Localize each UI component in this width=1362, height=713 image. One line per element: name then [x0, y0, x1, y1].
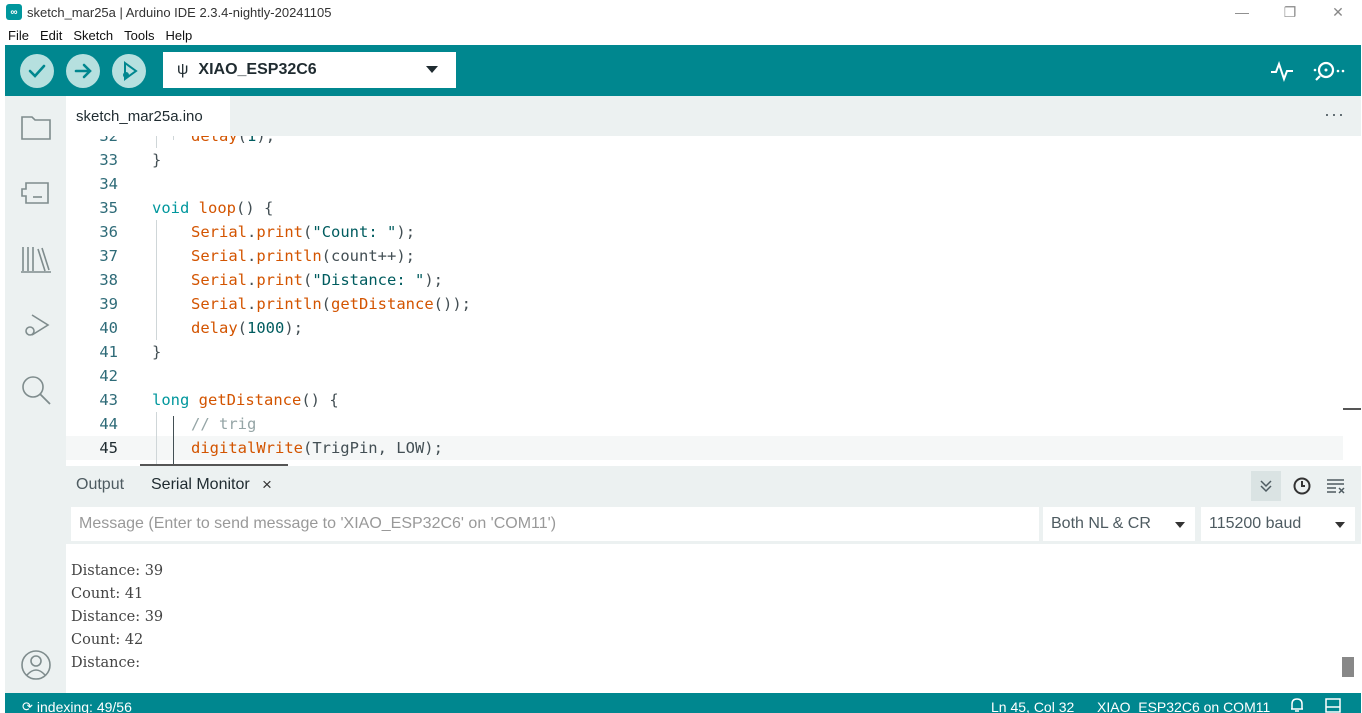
minimize-icon[interactable]: —: [1218, 0, 1266, 24]
debug-icon: [123, 61, 138, 81]
panel-tab-bar: Output Serial Monitor ×: [66, 466, 1361, 504]
check-icon: [28, 64, 46, 78]
serial-line: Count: 41: [71, 586, 144, 602]
serial-monitor-icon: [1313, 61, 1345, 81]
tab-serial-monitor[interactable]: Serial Monitor: [151, 476, 250, 494]
serial-line: Count: 42: [71, 632, 144, 648]
menu-help[interactable]: Help: [163, 28, 194, 43]
line-ending-value: Both NL & CR: [1051, 515, 1151, 532]
debug-icon[interactable]: [19, 308, 52, 341]
arrow-right-icon: [74, 63, 92, 79]
double-chevron-down-icon: [1260, 480, 1272, 493]
board-selector[interactable]: ψ XIAO_ESP32C6: [163, 52, 456, 88]
status-bar: ⟳ indexing: 49/56 Ln 45, Col 32 XIAO_ESP…: [5, 693, 1361, 713]
code-line: 34: [99, 175, 118, 193]
clear-icon: [1327, 479, 1345, 494]
serial-line: Distance:: [71, 655, 145, 671]
clock-icon: [1293, 477, 1311, 495]
chevron-down-icon: [426, 66, 438, 73]
board-manager-icon[interactable]: [19, 176, 52, 209]
folder-icon[interactable]: [19, 110, 52, 143]
baud-rate-select[interactable]: 115200 baud: [1201, 507, 1355, 541]
window-title: sketch_mar25a | Arduino IDE 2.3.4-nightl…: [27, 4, 332, 20]
arduino-infinity-icon: ∞: [6, 4, 22, 20]
account-icon[interactable]: [19, 648, 52, 681]
usb-icon: ψ: [177, 61, 189, 78]
library-icon[interactable]: [19, 242, 52, 275]
editor-tab-bar: sketch_mar25a.ino ···: [66, 96, 1361, 136]
serial-monitor-button[interactable]: [1310, 57, 1348, 85]
code-line: 39 Serial.println(getDistance());: [99, 295, 471, 313]
serial-message-input[interactable]: [71, 507, 1039, 541]
tab-output[interactable]: Output: [76, 476, 124, 494]
menu-sketch[interactable]: Sketch: [71, 28, 115, 43]
code-line: 36 Serial.print("Count: ");: [99, 223, 416, 241]
sync-icon: ⟳: [22, 699, 33, 713]
tab-sketch-file[interactable]: sketch_mar25a.ino: [66, 96, 230, 136]
chevron-down-icon: [1335, 522, 1345, 528]
code-line: 32 delay(1);: [99, 136, 276, 145]
menu-edit[interactable]: Edit: [38, 28, 64, 43]
close-icon[interactable]: ✕: [1314, 0, 1362, 24]
code-editor[interactable]: 32 delay(1); 33 } 34 35 void loop() { 36…: [66, 136, 1343, 464]
toolbar: ψ XIAO_ESP32C6: [5, 45, 1361, 96]
code-line-current: 45 digitalWrite(TrigPin, LOW);: [66, 436, 1343, 460]
code-line: 42: [99, 367, 118, 385]
scrollbar-marker: [1343, 408, 1361, 410]
board-port-status[interactable]: XIAO_ESP32C6 on COM11: [1097, 699, 1270, 713]
serial-scrollbar-thumb[interactable]: [1342, 657, 1354, 677]
indent-guide: [173, 416, 174, 464]
serial-input-row: Both NL & CR 115200 baud: [66, 504, 1361, 544]
verify-button[interactable]: [20, 54, 54, 88]
menu-file[interactable]: File: [6, 28, 31, 43]
menu-bar: File Edit Sketch Tools Help: [0, 24, 201, 46]
menu-tools[interactable]: Tools: [122, 28, 156, 43]
code-line: 38 Serial.print("Distance: ");: [99, 271, 444, 289]
chevron-down-icon: [1175, 522, 1185, 528]
close-icon[interactable]: ×: [262, 475, 272, 495]
serial-line: Distance: 39: [71, 609, 164, 625]
tab-label: sketch_mar25a.ino: [76, 107, 203, 125]
serial-plotter-icon: [1271, 61, 1293, 82]
more-icon[interactable]: ···: [1324, 104, 1345, 125]
activity-sidebar: [5, 96, 66, 693]
window-controls: — ❐ ✕: [1218, 0, 1362, 24]
indexing-status: ⟳ indexing: 49/56: [22, 699, 132, 713]
bell-icon[interactable]: [1290, 697, 1304, 713]
indent-guide: [156, 220, 157, 340]
code-line: 41 }: [99, 343, 162, 361]
panel-toggle-icon[interactable]: [1325, 697, 1341, 713]
serial-plotter-button[interactable]: [1268, 57, 1296, 85]
debug-button[interactable]: [112, 54, 146, 88]
code-line: 43 long getDistance() {: [99, 391, 339, 409]
restore-icon[interactable]: ❐: [1266, 0, 1314, 24]
title-bar: ∞ sketch_mar25a | Arduino IDE 2.3.4-nigh…: [0, 0, 1362, 24]
code-line: 40 delay(1000);: [99, 319, 304, 337]
serial-output[interactable]: Count: 40 Distance: 39 Count: 41 Distanc…: [66, 544, 1361, 693]
code-line: 33 }: [99, 151, 162, 169]
indent-guide: [156, 412, 157, 464]
indent-guide: [173, 136, 174, 140]
upload-button[interactable]: [66, 54, 100, 88]
cursor-position[interactable]: Ln 45, Col 32: [991, 699, 1074, 713]
clear-output-button[interactable]: [1321, 471, 1351, 501]
code-line: 35 void loop() {: [99, 199, 274, 217]
code-line: 44 // trig: [99, 415, 257, 433]
timestamp-button[interactable]: [1287, 471, 1317, 501]
board-name: XIAO_ESP32C6: [198, 61, 317, 78]
baud-rate-value: 115200 baud: [1209, 515, 1302, 532]
line-ending-select[interactable]: Both NL & CR: [1043, 507, 1195, 541]
serial-line: Count: 40: [71, 544, 143, 554]
code-line: 37 Serial.println(count++);: [99, 247, 415, 265]
indent-guide: [156, 136, 157, 148]
search-icon[interactable]: [19, 373, 52, 406]
editor-scrollbar[interactable]: [1343, 136, 1361, 464]
autoscroll-button[interactable]: [1251, 471, 1281, 501]
serial-line: Distance: 39: [71, 563, 164, 579]
